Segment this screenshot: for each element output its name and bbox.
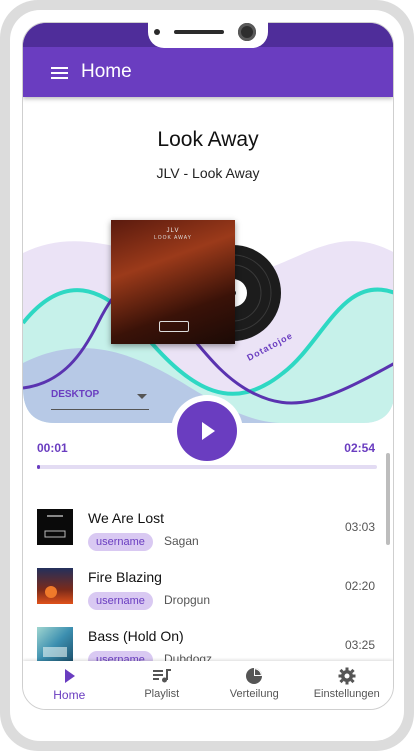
cover-title-text: LOOK AWAY (154, 235, 192, 241)
track-title: Bass (Hold On) (88, 628, 184, 644)
nav-item-home[interactable]: Home (23, 661, 116, 709)
page-title: Home (81, 61, 132, 82)
nav-item-einstellungen[interactable]: Einstellungen (301, 661, 394, 709)
bottom-navigation: Home Playlist Verteilung Einstellungen (23, 661, 393, 709)
now-playing-subtitle: JLV - Look Away (156, 165, 260, 181)
current-time: 00:01 (37, 441, 68, 455)
track-thumbnail (37, 568, 73, 604)
track-thumbnail (37, 509, 73, 545)
album-cover: JLV LOOK AWAY (111, 220, 235, 344)
hamburger-menu-icon[interactable] (51, 67, 68, 79)
play-button[interactable] (177, 401, 237, 461)
now-playing-title: Look Away (157, 128, 259, 151)
cover-artist-text: JLV (166, 228, 180, 234)
cover-label-logo (159, 321, 189, 332)
track-artist: Sagan (164, 534, 199, 548)
total-duration: 02:54 (344, 441, 375, 455)
chevron-down-icon (137, 394, 147, 399)
play-icon (202, 422, 215, 440)
front-camera (238, 23, 256, 41)
source-dropdown[interactable]: DESKTOP (51, 387, 149, 410)
scrollbar[interactable] (386, 453, 390, 545)
gear-icon (338, 667, 356, 685)
playlist-icon (152, 669, 171, 683)
nav-label-playlist: Playlist (144, 688, 180, 700)
track-title: Fire Blazing (88, 569, 162, 585)
sensor-dot (154, 29, 160, 35)
phone-notch (148, 14, 268, 48)
list-item[interactable]: Fire Blazing username Dropgun 02:20 (23, 562, 393, 620)
pie-chart-icon (246, 668, 263, 684)
track-title: We Are Lost (88, 510, 165, 526)
nav-item-playlist[interactable]: Playlist (116, 661, 209, 709)
list-item[interactable]: We Are Lost username Sagan 03:03 (23, 503, 393, 561)
nav-label-einstellungen: Einstellungen (313, 688, 380, 700)
progress-fill (37, 465, 41, 469)
nav-label-home: Home (53, 688, 86, 702)
nav-label-verteilung: Verteilung (229, 688, 279, 700)
track-duration: 02:20 (344, 579, 375, 593)
play-icon (65, 669, 76, 683)
earpiece-speaker (174, 30, 224, 34)
track-duration: 03:03 (344, 520, 375, 534)
play-button-ring (171, 395, 243, 467)
source-dropdown-value: DESKTOP (51, 389, 100, 400)
track-artist: Dropgun (164, 593, 211, 607)
track-duration: 03:25 (344, 638, 375, 652)
nav-item-verteilung[interactable]: Verteilung (208, 661, 301, 709)
app-screen: Home Look Away JLV - Look Away Dotatojoe… (22, 22, 394, 710)
track-thumbnail (37, 627, 73, 663)
username-chip[interactable]: username (88, 592, 153, 610)
username-chip[interactable]: username (88, 533, 153, 551)
progress-bar[interactable] (37, 465, 377, 469)
